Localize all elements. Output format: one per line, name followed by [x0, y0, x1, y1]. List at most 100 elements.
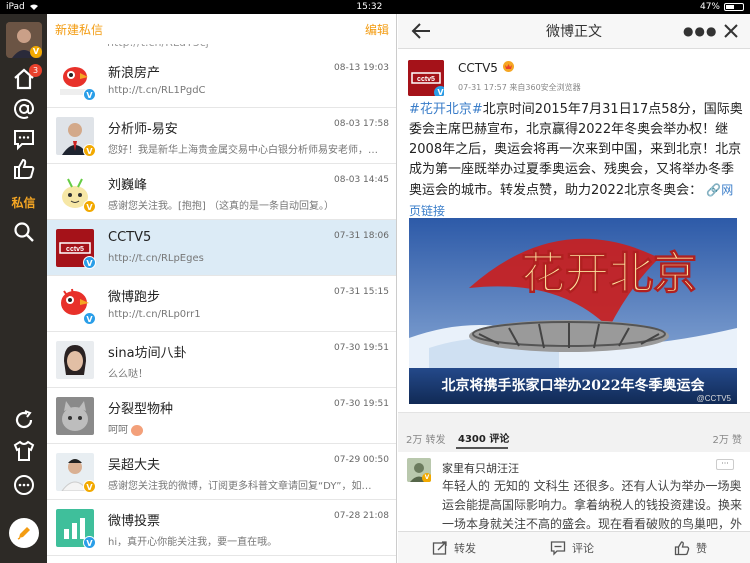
thumbs-up-icon: [13, 158, 34, 179]
new-message-button[interactable]: 新建私信: [55, 21, 103, 38]
more-options-icon[interactable]: ●●●: [683, 24, 717, 38]
verified-icon: V: [83, 256, 96, 269]
timestamp: 07-31 18:06: [334, 231, 389, 241]
verified-icon: V: [434, 86, 444, 96]
compose-button[interactable]: [9, 518, 39, 548]
mention-button[interactable]: [0, 94, 47, 124]
message-preview: 您好！我是新华上海贵金属交易中心白银分析师易安老师，…: [108, 145, 378, 156]
page-title: 微博正文: [546, 24, 602, 40]
member-crown-icon: [502, 60, 515, 75]
commenter-name[interactable]: 家里有只胡汪汪: [442, 460, 519, 476]
list-item[interactable]: V 分析师-易安 08-03 17:58 您好！我是新华上海贵金属交易中心白银分…: [47, 108, 396, 164]
avatar[interactable]: V: [6, 22, 42, 58]
message-preview: http://t.cn/RLpEges: [108, 253, 204, 264]
sidebar: V 3 私信: [0, 14, 47, 563]
verified-icon: V: [83, 480, 96, 493]
post-stats: 2万 转发 4300 评论 2万 赞: [398, 412, 750, 452]
device-label: iPad: [6, 2, 25, 12]
list-item-selected[interactable]: cctv5 V CCTV5 07-31 18:06 http://t.cn/RL…: [47, 220, 396, 276]
home-badge: 3: [29, 64, 42, 77]
author-avatar[interactable]: cctv5 V: [408, 60, 444, 96]
svg-text:cctv5: cctv5: [66, 246, 84, 253]
list-item[interactable]: V 新浪房产 08-13 19:03 http://t.cn/RL1PgdC: [47, 52, 396, 108]
timestamp: 07-30 19:51: [334, 343, 389, 353]
verified-icon: V: [83, 200, 96, 213]
emoji-icon: [131, 424, 144, 436]
image-watermark: @CCTV5: [697, 394, 732, 403]
verified-icon: V: [422, 473, 431, 482]
verified-icon: V: [83, 88, 96, 101]
verified-icon: V: [83, 312, 96, 325]
commenter-avatar[interactable]: V: [407, 458, 431, 482]
comment-icon: [550, 541, 566, 556]
refresh-button[interactable]: [0, 405, 47, 435]
repost-icon: [432, 541, 447, 555]
list-item[interactable]: 分裂型物种 07-30 19:51 呵呵: [47, 388, 396, 444]
comment-more-button[interactable]: ···: [716, 459, 734, 470]
more-icon: [13, 475, 34, 495]
repost-button[interactable]: 转发: [432, 532, 476, 563]
message-preview: 感谢您关注我的微博，订阅更多科普文章请回复“DY”，如…: [108, 481, 372, 492]
sender-name: 吴超大夫: [108, 458, 161, 473]
list-item[interactable]: sina坊间八卦 07-30 19:51 么么哒！: [47, 332, 396, 388]
timestamp: 07-30 19:51: [334, 399, 389, 409]
message-preview: 么么哒！: [108, 369, 148, 380]
list-item[interactable]: V 微博投票 07-28 21:08 hi，真开心你能关注我，要一直在哦。: [47, 500, 396, 556]
timestamp: 07-31 15:15: [334, 287, 389, 297]
post-detail-pane: 微博正文 ●●● cctv5 V CCTV5 07-31 17:57 来自360…: [398, 14, 750, 563]
image-calligraphy: 花开北京: [521, 248, 697, 299]
link-icon: 🔗: [706, 183, 722, 197]
battery-icon: [724, 3, 744, 11]
timestamp: 07-29 00:50: [334, 455, 389, 465]
list-item[interactable]: V 刘巍峰 08-03 14:45 感谢您关注我。[抱抱] （这真的是一条自动回…: [47, 164, 396, 220]
thumbs-up-icon: [674, 541, 690, 556]
svg-text:cctv5: cctv5: [417, 76, 435, 83]
verified-icon: V: [30, 46, 42, 58]
sender-name: 分析师-易安: [108, 122, 178, 137]
like-button[interactable]: 赞: [674, 532, 707, 563]
verified-icon: V: [83, 536, 96, 549]
repost-label: 转发: [454, 542, 476, 555]
like-count-tab[interactable]: 2万 赞: [712, 431, 742, 446]
comments-button[interactable]: [0, 124, 47, 154]
sender-name: sina坊间八卦: [108, 346, 187, 361]
post-meta: 07-31 17:57 来自360安全浏览器: [458, 83, 581, 92]
avatar: [56, 341, 94, 379]
comment-count-tab[interactable]: 4300 评论: [458, 430, 509, 445]
repost-count-tab[interactable]: 2万 转发: [406, 431, 446, 446]
sender-name: 分裂型物种: [108, 402, 174, 417]
post-text: #花开北京#北京时间2015年7月31日17点58分，国际奥委会主席巴赫宣布，北…: [409, 102, 743, 218]
pencil-icon: [17, 527, 30, 540]
search-button[interactable]: [0, 217, 47, 247]
comment-button[interactable]: 评论: [550, 532, 594, 563]
status-bar: iPad 15:32 47%: [0, 0, 750, 14]
shirt-icon: [13, 440, 34, 461]
battery-percent: 47%: [699, 2, 720, 12]
like-label: 赞: [696, 542, 707, 555]
timestamp: 08-03 17:58: [334, 119, 389, 129]
search-icon: [13, 222, 34, 242]
close-icon[interactable]: [722, 21, 740, 41]
sender-name: 新浪房产: [108, 66, 161, 81]
likes-button[interactable]: [0, 154, 47, 184]
list-item[interactable]: V 吴超大夫 07-29 00:50 感谢您关注我的微博，订阅更多科普文章请回复…: [47, 444, 396, 500]
comment-label: 评论: [572, 542, 594, 555]
home-button[interactable]: 3: [0, 64, 47, 94]
sender-name: 微博跑步: [108, 290, 161, 305]
message-preview: http://t.cn/RLp0rr1: [108, 309, 201, 320]
message-list: http://t.cn/RLdT3cj 新建私信 编辑 V 新浪房产 08-13…: [47, 14, 397, 563]
list-item[interactable]: V 微博跑步 07-31 15:15 http://t.cn/RLp0rr1: [47, 276, 396, 332]
author-name[interactable]: CCTV5: [458, 61, 498, 75]
back-arrow-icon[interactable]: [410, 21, 432, 41]
timestamp: 07-28 21:08: [334, 511, 389, 521]
post-image[interactable]: 花开北京 北京将携手张家口举办2022年冬季奥运会 @CCTV5: [409, 218, 737, 404]
theme-button[interactable]: [0, 436, 47, 466]
timestamp: 08-03 14:45: [334, 175, 389, 185]
message-preview: 感谢您关注我。[抱抱] （这真的是一条自动回复。）: [108, 201, 334, 212]
sender-name: 微博投票: [108, 514, 161, 529]
edit-button[interactable]: 编辑: [365, 21, 389, 38]
messages-tab-label[interactable]: 私信: [0, 194, 47, 211]
more-button[interactable]: [0, 470, 47, 500]
hashtag-link[interactable]: #花开北京#: [409, 102, 483, 117]
avatar: [56, 397, 94, 435]
